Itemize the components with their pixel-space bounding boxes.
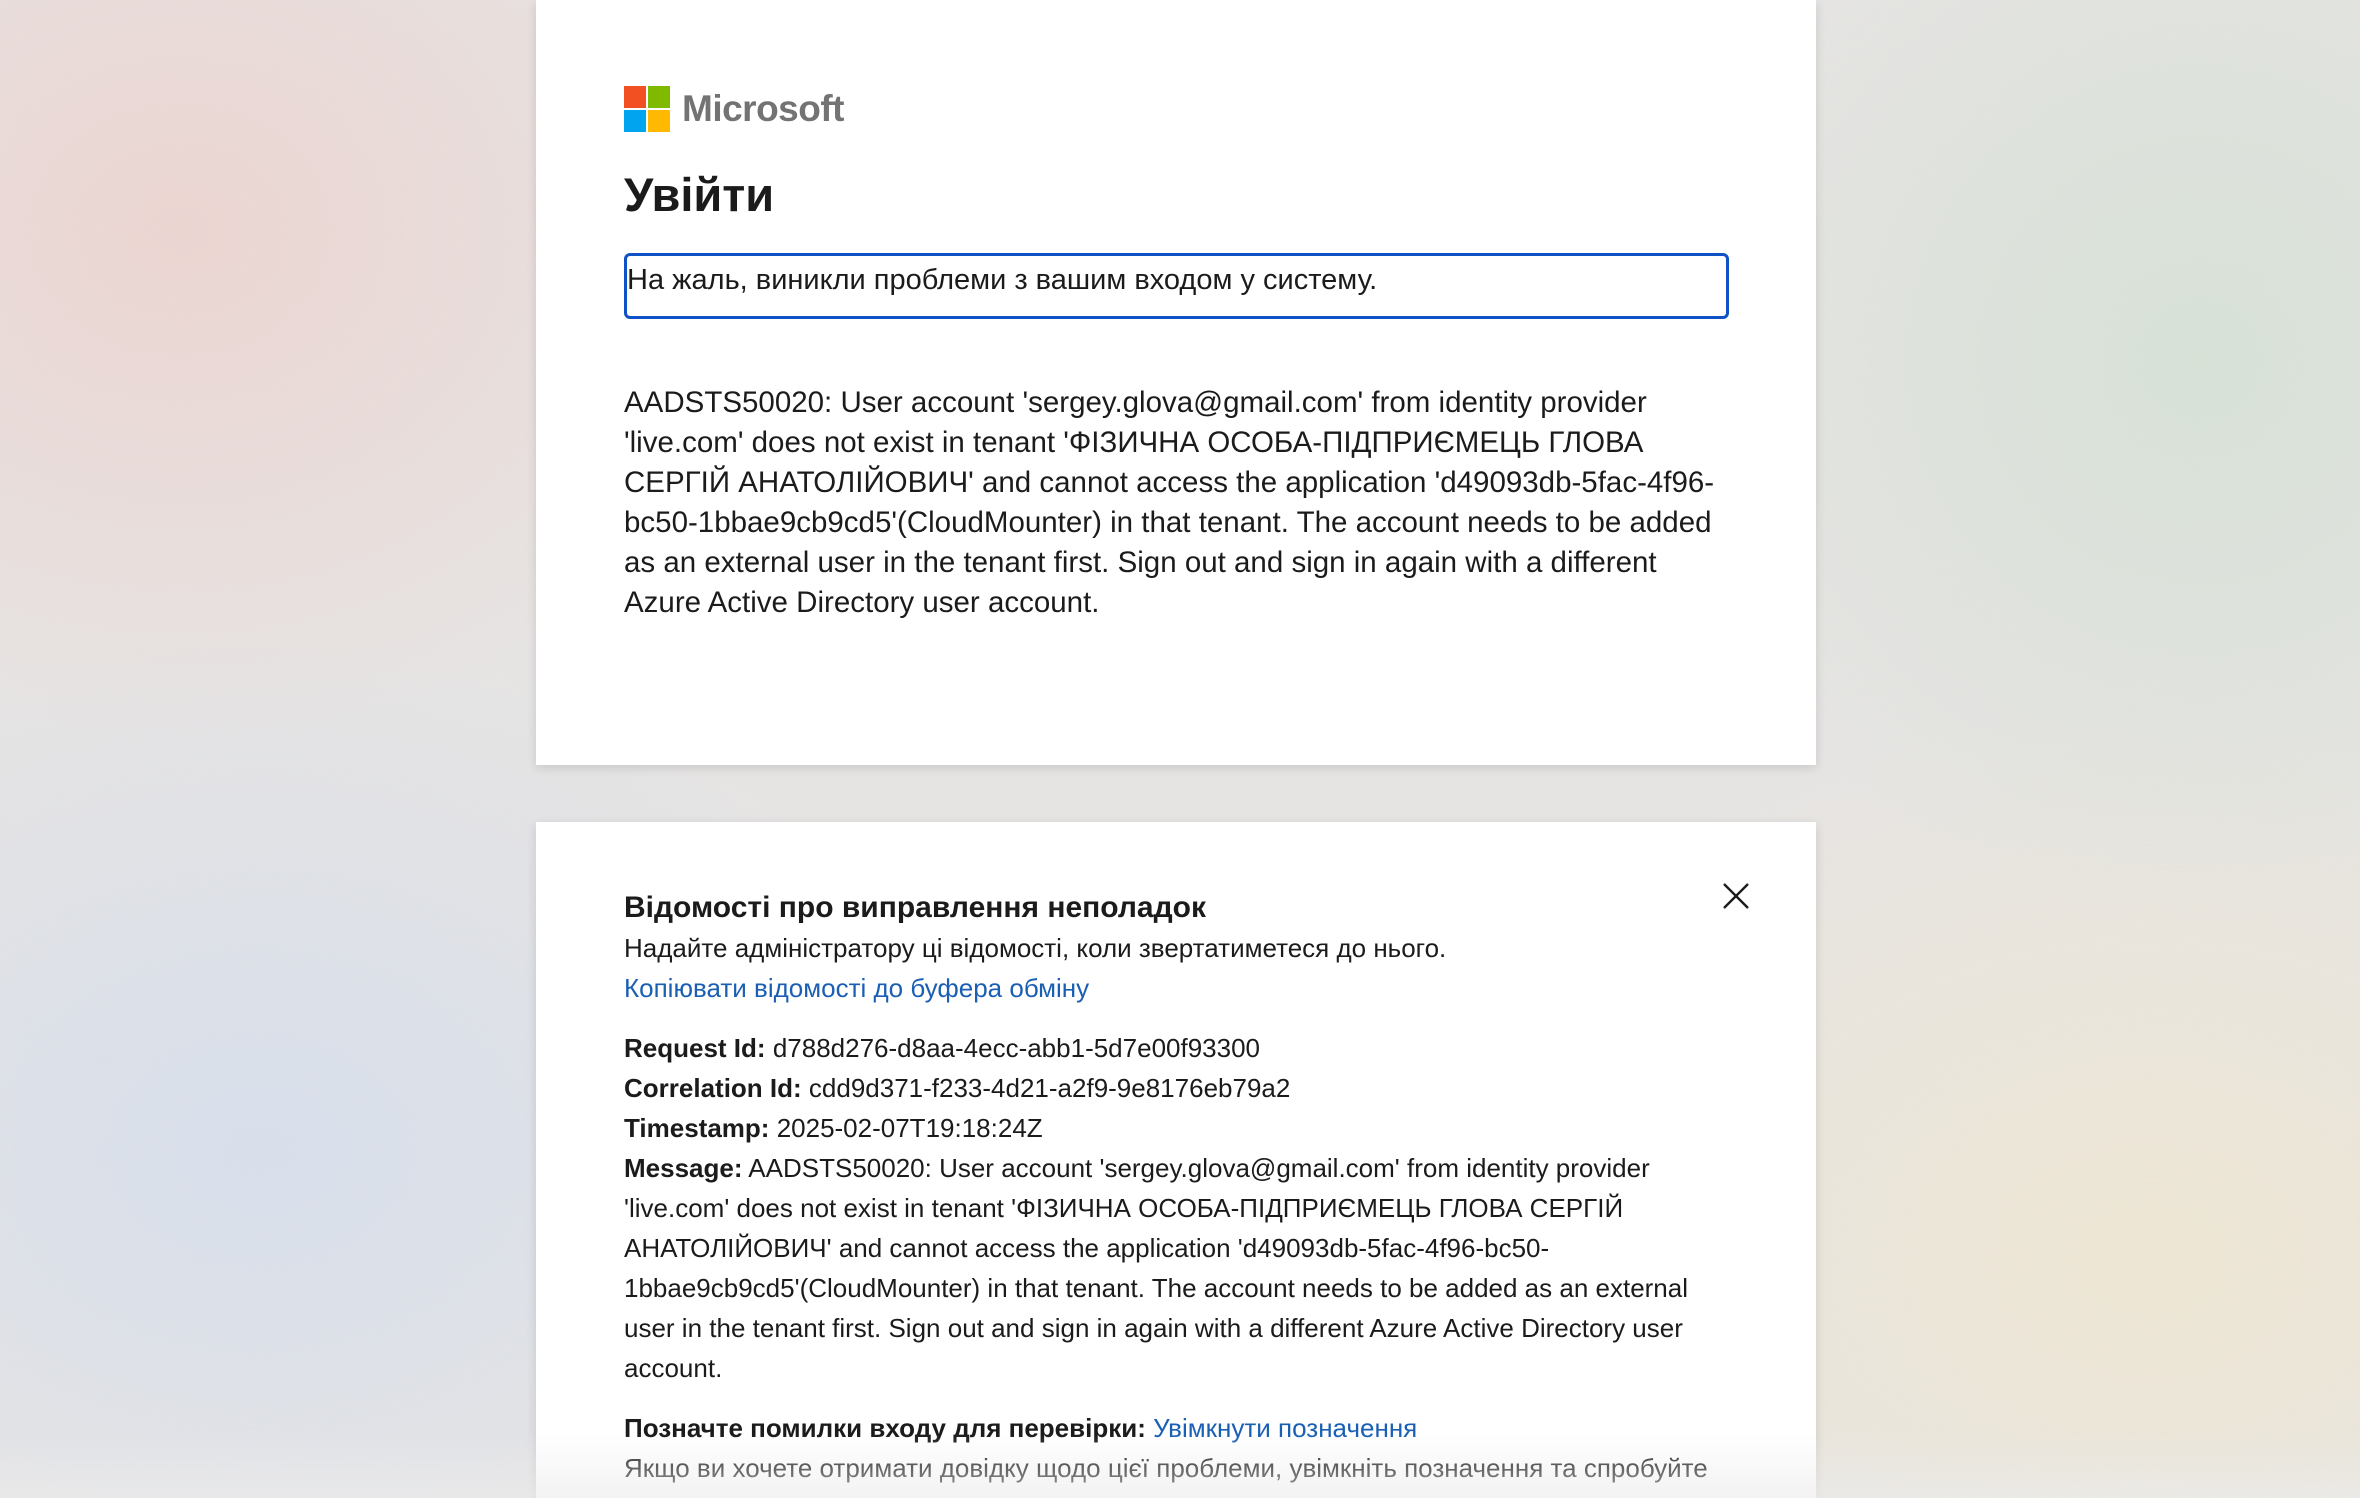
detail-value: cdd9d371-f233-4d21-a2f9-9e8176eb79a2 <box>808 1073 1291 1103</box>
microsoft-logo: Microsoft <box>624 86 845 132</box>
enable-flagging-link[interactable]: Увімкнути позначення <box>1153 1413 1417 1443</box>
detail-row-correlation-id: Correlation Id: cdd9d371-f233-4d21-a2f9-… <box>624 1068 1734 1108</box>
detail-row-timestamp: Timestamp: 2025-02-07T19:18:24Z <box>624 1108 1734 1148</box>
flag-errors-label: Позначте помилки входу для перевірки: <box>624 1413 1146 1443</box>
troubleshooting-title: Відомості про виправлення неполадок <box>624 891 1206 924</box>
copy-details-link[interactable]: Копіювати відомості до буфера обміну <box>624 968 1089 1008</box>
detail-label: Request Id: <box>624 1033 766 1063</box>
signin-card: Microsoft Увійти На жаль, виникли пробле… <box>536 0 1816 765</box>
detail-label: Correlation Id: <box>624 1073 802 1103</box>
detail-value: d788d276-d8aa-4ecc-abb1-5d7e00f93300 <box>772 1033 1261 1063</box>
microsoft-logo-text: Microsoft <box>682 88 845 129</box>
error-summary-text: На жаль, виникли проблеми з вашим входом… <box>627 264 1378 296</box>
detail-row-message: Message: AADSTS50020: User account 'serg… <box>624 1148 1734 1388</box>
error-message: AADSTS50020: User account 'sergey.glova@… <box>624 386 1715 619</box>
detail-list: Request Id: d788d276-d8aa-4ecc-abb1-5d7e… <box>624 1008 1734 1498</box>
flag-errors-description: Якщо ви хочете отримати довідку щодо ціє… <box>624 1453 1708 1498</box>
troubleshooting-subtitle: Надайте адміністратору ці відомості, кол… <box>624 933 1447 963</box>
page-title: Увійти <box>624 168 775 221</box>
microsoft-logo-icon <box>624 86 670 132</box>
flag-errors-row: Позначте помилки входу для перевірки: Ув… <box>624 1408 1734 1448</box>
close-button[interactable] <box>1716 876 1756 916</box>
detail-value: 2025-02-07T19:18:24Z <box>776 1113 1043 1143</box>
close-icon <box>1723 883 1749 909</box>
detail-value: AADSTS50020: User account 'sergey.glova@… <box>624 1153 1689 1383</box>
detail-label: Message: <box>624 1153 743 1183</box>
detail-label: Timestamp: <box>624 1113 770 1143</box>
troubleshooting-card: Відомості про виправлення неполадок Нада… <box>536 822 1816 1498</box>
error-summary-box[interactable]: На жаль, виникли проблеми з вашим входом… <box>624 253 1729 319</box>
detail-row-request-id: Request Id: d788d276-d8aa-4ecc-abb1-5d7e… <box>624 1028 1734 1068</box>
